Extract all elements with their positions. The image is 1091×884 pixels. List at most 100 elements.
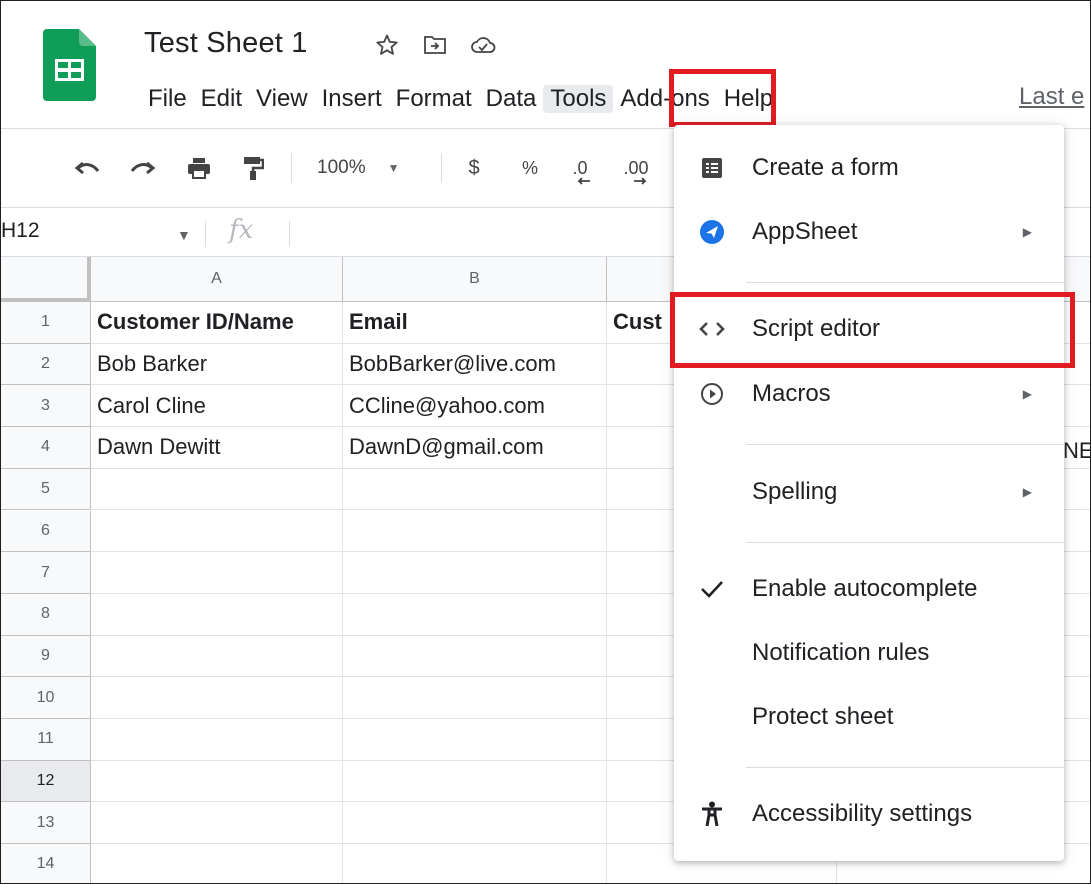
row-header[interactable]: 8 xyxy=(1,593,91,636)
menu-item-create-form[interactable]: Create a form xyxy=(674,140,1064,196)
grid-cell[interactable]: Bob Barker xyxy=(91,343,343,386)
star-icon[interactable] xyxy=(373,31,401,59)
row-header[interactable]: 7 xyxy=(1,552,91,594)
script-editor-label: Script editor xyxy=(752,315,881,342)
name-box[interactable]: H12 xyxy=(1,219,40,243)
grid-cell[interactable]: BobBarker@live.com xyxy=(343,343,607,386)
formula-divider xyxy=(205,221,206,247)
grid-cell[interactable] xyxy=(91,468,343,511)
menu-item-appsheet[interactable]: AppSheet ▶ xyxy=(674,204,1064,260)
grid-cell[interactable] xyxy=(91,635,343,678)
redo-icon[interactable] xyxy=(125,151,161,185)
row-header[interactable]: 6 xyxy=(1,510,91,553)
grid-cell[interactable] xyxy=(343,593,607,636)
grid-cell[interactable]: CCline@yahoo.com xyxy=(343,385,607,428)
title-icons xyxy=(373,31,497,59)
menu-separator xyxy=(746,767,1064,768)
accessibility-settings-label: Accessibility settings xyxy=(752,800,973,827)
print-icon[interactable] xyxy=(181,151,217,185)
grid-cell[interactable]: Email xyxy=(343,302,607,344)
play-circle-icon xyxy=(698,380,726,408)
submenu-arrow-icon: ▶ xyxy=(1022,387,1032,401)
grid-cell[interactable] xyxy=(91,719,343,761)
grid-cell[interactable] xyxy=(343,552,607,594)
grid-cell[interactable] xyxy=(343,719,607,761)
chevron-down-icon: ▼ xyxy=(387,161,400,175)
currency-format-button[interactable]: $ xyxy=(461,151,487,185)
increase-decimal-button[interactable]: .00 xyxy=(619,151,653,185)
menu-edit[interactable]: Edit xyxy=(194,85,249,113)
menu-help[interactable]: Help xyxy=(717,85,780,113)
last-edit-link[interactable]: Last e xyxy=(1019,83,1084,111)
grid-cell[interactable] xyxy=(343,844,607,883)
menu-addons[interactable]: Add-ons xyxy=(613,85,716,113)
formula-divider xyxy=(289,221,290,247)
menu-file[interactable]: File xyxy=(141,85,194,113)
grid-cell[interactable]: DawnD@gmail.com xyxy=(343,427,607,469)
row-header[interactable]: 12 xyxy=(1,760,91,803)
menu-insert[interactable]: Insert xyxy=(315,85,389,113)
checkmark-icon xyxy=(698,575,726,603)
menu-format[interactable]: Format xyxy=(389,85,479,113)
move-to-folder-icon[interactable] xyxy=(421,31,449,59)
menu-data[interactable]: Data xyxy=(479,85,544,113)
menu-item-script-editor[interactable]: Script editor xyxy=(674,301,1064,357)
paint-format-icon[interactable] xyxy=(235,151,271,185)
grid-cell[interactable] xyxy=(91,677,343,719)
grid-cell[interactable] xyxy=(343,760,607,803)
menu-item-macros[interactable]: Macros ▶ xyxy=(674,366,1064,422)
grid-cell[interactable]: Customer ID/Name xyxy=(91,302,343,344)
menu-item-accessibility-settings[interactable]: Accessibility settings xyxy=(674,786,1064,842)
row-header[interactable]: 2 xyxy=(1,343,91,386)
grid-cell[interactable] xyxy=(343,510,607,553)
accessibility-icon xyxy=(698,800,726,828)
row-header[interactable]: 4 xyxy=(1,427,91,469)
menu-item-notification-rules[interactable]: Notification rules xyxy=(674,625,1064,681)
grid-cell[interactable] xyxy=(343,468,607,511)
grid-cell[interactable] xyxy=(91,760,343,803)
menu-view[interactable]: View xyxy=(249,85,315,113)
row-header[interactable]: 5 xyxy=(1,468,91,511)
grid-cell[interactable] xyxy=(343,635,607,678)
grid-cell[interactable]: Carol Cline xyxy=(91,385,343,428)
protect-sheet-label: Protect sheet xyxy=(752,703,894,730)
sheets-logo-icon[interactable] xyxy=(43,29,96,101)
name-box-chevron-icon[interactable]: ▼ xyxy=(177,227,191,243)
grid-cell[interactable]: Dawn Dewitt xyxy=(91,427,343,469)
row-header[interactable]: 11 xyxy=(1,719,91,761)
cloud-status-icon[interactable] xyxy=(469,31,497,59)
row-header[interactable]: 1 xyxy=(1,302,91,344)
menu-item-enable-autocomplete[interactable]: Enable autocomplete xyxy=(674,561,1064,617)
form-icon xyxy=(698,154,726,182)
zoom-select[interactable]: 100% ▼ xyxy=(317,151,407,185)
spelling-label: Spelling xyxy=(752,478,838,505)
toolbar-divider xyxy=(441,153,442,183)
grid-cell[interactable] xyxy=(91,510,343,553)
grid-cell[interactable] xyxy=(91,844,343,883)
menu-tools[interactable]: Tools xyxy=(543,85,614,113)
row-header[interactable]: 3 xyxy=(1,385,91,428)
grid-cell[interactable] xyxy=(91,802,343,845)
undo-icon[interactable] xyxy=(69,151,105,185)
grid-cell[interactable] xyxy=(91,593,343,636)
row-header[interactable]: 14 xyxy=(1,844,91,883)
decrease-decimal-label: .0 xyxy=(572,157,588,178)
menu-item-spelling[interactable]: Spelling ▶ xyxy=(674,464,1064,520)
app-window: Test Sheet 1 File Edit View Insert Forma… xyxy=(0,0,1091,884)
menu-item-protect-sheet[interactable]: Protect sheet xyxy=(674,689,1064,745)
column-header-b[interactable]: B xyxy=(343,257,607,302)
grid-cell[interactable] xyxy=(343,802,607,845)
submenu-arrow-icon: ▶ xyxy=(1022,485,1032,499)
document-title[interactable]: Test Sheet 1 xyxy=(144,27,308,60)
percent-format-button[interactable]: % xyxy=(517,151,543,185)
row-header[interactable]: 9 xyxy=(1,635,91,678)
row-header[interactable]: 13 xyxy=(1,802,91,845)
overflow-cell-text: NE xyxy=(1063,438,1091,463)
grid-cell[interactable] xyxy=(343,677,607,719)
select-all-corner[interactable] xyxy=(1,257,91,302)
decrease-decimal-button[interactable]: .0 xyxy=(565,151,595,185)
column-header-a[interactable]: A xyxy=(91,257,343,302)
toolbar-divider xyxy=(291,153,292,183)
grid-cell[interactable] xyxy=(91,552,343,594)
row-header[interactable]: 10 xyxy=(1,677,91,719)
